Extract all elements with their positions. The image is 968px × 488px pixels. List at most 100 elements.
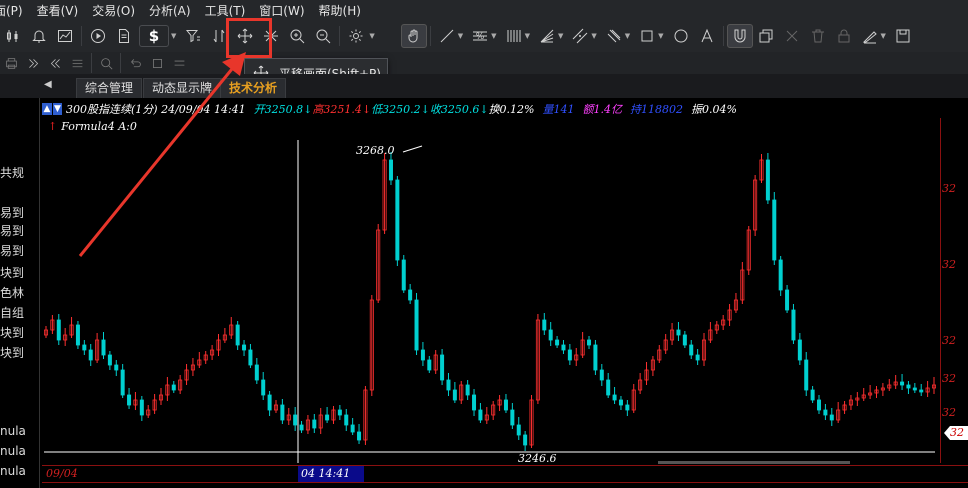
candle-body bbox=[618, 399, 623, 406]
candle-body bbox=[357, 431, 362, 441]
price-tick: 32 bbox=[942, 182, 956, 195]
candlestick-chart[interactable] bbox=[0, 0, 968, 488]
candle-body bbox=[612, 394, 617, 401]
pan-button-highlight bbox=[226, 18, 272, 58]
cursor-time-label: 04 14:41 bbox=[298, 466, 364, 482]
candle-body bbox=[235, 324, 240, 346]
candle-body bbox=[823, 409, 828, 416]
candle-body bbox=[689, 344, 694, 356]
candle-body bbox=[778, 259, 783, 291]
candle-body bbox=[88, 349, 93, 361]
candle-body bbox=[523, 434, 528, 446]
candle-body bbox=[242, 344, 247, 351]
high-pointer-line bbox=[402, 145, 423, 153]
candle-body bbox=[599, 369, 604, 381]
candle-body bbox=[312, 419, 317, 429]
close-price: 收3250.6↓ bbox=[429, 103, 489, 116]
arrow-up-icon: ↑ bbox=[48, 120, 58, 133]
candle-body bbox=[829, 414, 834, 421]
candle-body bbox=[82, 344, 87, 351]
candle-body bbox=[299, 424, 304, 431]
candle-body bbox=[561, 344, 566, 351]
candle-body bbox=[791, 309, 796, 341]
candle-body bbox=[280, 404, 285, 421]
candle-body bbox=[810, 389, 815, 401]
candle-body bbox=[682, 334, 687, 346]
candle-body bbox=[446, 379, 451, 391]
candle-body bbox=[900, 381, 905, 386]
price-tick: 32 bbox=[942, 406, 956, 419]
candle-body bbox=[171, 384, 176, 391]
candle-body bbox=[785, 289, 790, 311]
candle-body bbox=[56, 319, 61, 341]
candle-body bbox=[765, 159, 770, 201]
candle-body bbox=[906, 384, 911, 389]
candle-body bbox=[408, 289, 413, 301]
open-price: 开3250.8↓ bbox=[253, 103, 313, 116]
candle-body bbox=[919, 389, 924, 393]
candle-body bbox=[75, 324, 80, 346]
candle-body bbox=[120, 369, 125, 396]
price-tick: 32 bbox=[942, 372, 956, 385]
low-annotation: 3246.6 bbox=[518, 452, 557, 465]
candle-body bbox=[395, 179, 400, 261]
high-price: 高3251.4↓ bbox=[312, 103, 372, 116]
high-annotation: 3268.0 bbox=[356, 144, 395, 157]
price-info-bar: ▲ ▼ 300股指连续(1分) 24/09/04 14:41 开3250.8↓ … bbox=[42, 100, 942, 118]
axis-date: 09/04 bbox=[46, 467, 78, 480]
candle-body bbox=[587, 339, 592, 346]
candle-body bbox=[472, 394, 477, 411]
instrument-title: 300股指连续(1分) 24/09/04 14:41 bbox=[66, 103, 246, 116]
candle-body bbox=[452, 389, 457, 401]
candle-body bbox=[139, 399, 144, 416]
turnover-rate: 换0.12% bbox=[488, 103, 535, 116]
candle-body bbox=[676, 329, 681, 336]
candle-body bbox=[912, 387, 917, 391]
open-interest: 持118802 bbox=[630, 103, 684, 116]
price-tick: 32 bbox=[942, 334, 956, 347]
candle-body bbox=[414, 299, 419, 351]
candle-body bbox=[606, 379, 611, 396]
candle-body bbox=[325, 414, 330, 421]
candle-body bbox=[516, 424, 521, 436]
period-badge[interactable]: ▲ bbox=[42, 103, 52, 115]
candle-body bbox=[510, 409, 515, 426]
candle-body bbox=[555, 339, 560, 346]
candle-body bbox=[388, 159, 393, 181]
low-price: 低3250.2↓ bbox=[371, 103, 430, 116]
candle-body bbox=[440, 354, 445, 381]
candle-body bbox=[427, 359, 432, 371]
horizontal-scrollbar[interactable] bbox=[658, 461, 850, 464]
candle-body bbox=[267, 394, 272, 411]
candle-body bbox=[127, 394, 132, 406]
time-axis[interactable] bbox=[42, 465, 968, 483]
candle-body bbox=[695, 354, 700, 361]
formula-value: A:0 bbox=[118, 120, 137, 133]
amplitude: 振0.04% bbox=[691, 103, 737, 116]
formula-line: ↑ Formula4 A:0 bbox=[48, 120, 137, 133]
candle-body bbox=[625, 404, 630, 411]
candle-body bbox=[293, 414, 298, 426]
candle-body bbox=[420, 349, 425, 361]
formula-name: Formula4 bbox=[61, 120, 115, 133]
period-dropdown[interactable]: ▼ bbox=[53, 103, 62, 115]
candle-body bbox=[254, 364, 259, 381]
candle-body bbox=[248, 349, 253, 366]
candle-body bbox=[401, 259, 406, 291]
candle-body bbox=[797, 339, 802, 361]
candle-body bbox=[478, 409, 483, 421]
price-tick: 32 bbox=[942, 258, 956, 271]
candle-body bbox=[465, 384, 470, 396]
candle-body bbox=[261, 379, 266, 396]
candle-body bbox=[350, 424, 355, 433]
candle-body bbox=[548, 329, 553, 341]
candle-body bbox=[337, 409, 342, 416]
candle-body bbox=[107, 354, 112, 366]
amount: 额1.4亿 bbox=[582, 103, 623, 116]
candle-body bbox=[503, 399, 508, 411]
candle-body bbox=[114, 364, 119, 371]
volume: 量141 bbox=[542, 103, 575, 116]
candle-body bbox=[567, 349, 572, 361]
candle-body bbox=[542, 319, 547, 331]
candle-body bbox=[344, 414, 349, 426]
